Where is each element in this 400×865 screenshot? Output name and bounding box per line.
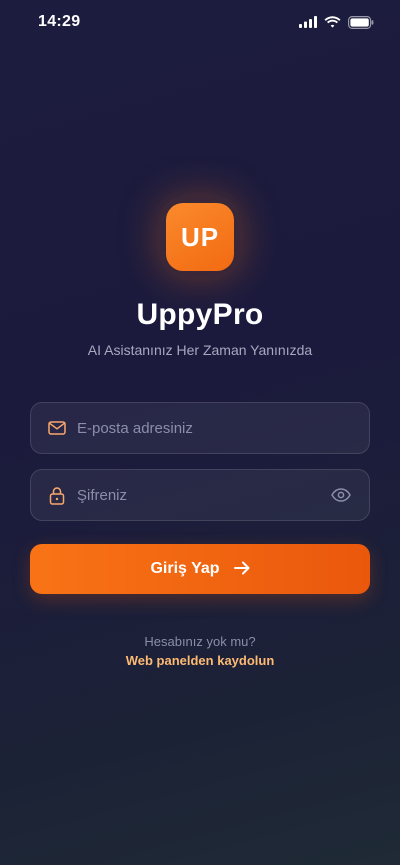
arrow-right-icon bbox=[233, 561, 250, 578]
email-field-container[interactable] bbox=[30, 402, 370, 454]
app-logo: UP bbox=[166, 203, 234, 271]
password-input[interactable] bbox=[77, 486, 329, 504]
register-link[interactable]: Web panelden kaydolun bbox=[0, 653, 400, 668]
mail-icon bbox=[47, 418, 67, 438]
status-time: 14:29 bbox=[38, 13, 81, 30]
signal-icon bbox=[299, 16, 317, 28]
no-account-text: Hesabınız yok mu? bbox=[144, 634, 256, 649]
password-field-container[interactable] bbox=[30, 469, 370, 521]
login-button[interactable]: Giriş Yap bbox=[30, 544, 370, 594]
app-tagline: AI Asistanınız Her Zaman Yanınızda bbox=[87, 342, 313, 358]
battery-icon bbox=[348, 15, 374, 29]
login-button-label: Giriş Yap bbox=[150, 560, 220, 577]
lock-icon bbox=[47, 485, 67, 505]
wifi-icon bbox=[324, 16, 341, 28]
logo-text: UP bbox=[180, 221, 220, 252]
email-input[interactable] bbox=[77, 419, 353, 437]
status-bar: 14:29 bbox=[0, 0, 400, 44]
status-icons bbox=[299, 15, 374, 29]
eye-icon[interactable] bbox=[329, 483, 353, 507]
app-name: UppyPro bbox=[136, 298, 264, 331]
